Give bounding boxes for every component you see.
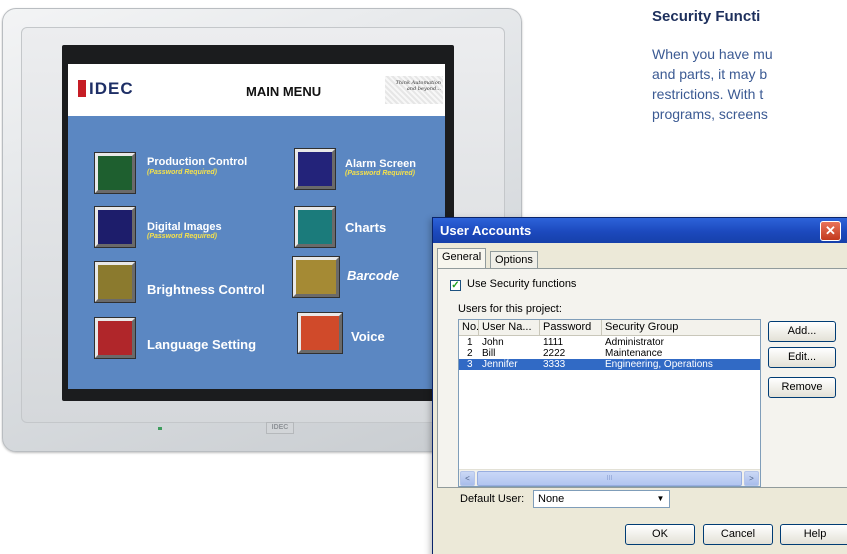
users-label: Users for this project: bbox=[458, 303, 562, 315]
remove-user-button[interactable]: Remove bbox=[768, 377, 836, 398]
charts-button[interactable] bbox=[295, 207, 335, 247]
production-control-button[interactable] bbox=[95, 153, 135, 193]
cell-password: 3333 bbox=[543, 359, 566, 370]
password-required-note: (Password Required) bbox=[147, 169, 218, 176]
cell-user: John bbox=[482, 337, 504, 348]
ok-button[interactable]: OK bbox=[625, 524, 695, 545]
column-header-no[interactable]: No. bbox=[459, 320, 479, 336]
logo-mark-icon bbox=[78, 80, 86, 97]
tab-general[interactable]: General bbox=[437, 248, 487, 268]
charts-label: Charts bbox=[345, 220, 387, 235]
scroll-right-icon[interactable]: > bbox=[744, 471, 759, 486]
column-header-user[interactable]: User Na... bbox=[479, 320, 540, 336]
user-accounts-dialog: User Accounts ✕ General Options ✓ Use Se… bbox=[432, 217, 847, 554]
dialog-title: User Accounts bbox=[440, 223, 532, 238]
article-body: When you have mu and parts, it may b res… bbox=[652, 44, 847, 124]
dialog-titlebar[interactable]: User Accounts ✕ bbox=[433, 218, 847, 243]
cell-password: 2222 bbox=[543, 348, 566, 359]
hmi-screen: IDEC MAIN MENU Think Automation and beyo… bbox=[68, 64, 445, 389]
default-user-value: None bbox=[538, 493, 565, 505]
table-row-selected[interactable]: 3 Jennifer 3333 Engineering, Operations bbox=[459, 359, 760, 370]
default-user-select[interactable]: None ▼ bbox=[533, 490, 670, 508]
help-button[interactable]: Help bbox=[780, 524, 847, 545]
logo-text: IDEC bbox=[89, 79, 134, 98]
cell-password: 1111 bbox=[543, 337, 564, 348]
barcode-button[interactable] bbox=[293, 257, 339, 297]
article-line: When you have mu bbox=[652, 46, 773, 62]
scroll-thumb[interactable]: III bbox=[477, 471, 742, 486]
cell-group: Administrator bbox=[605, 337, 664, 348]
default-user-label: Default User: bbox=[460, 493, 525, 505]
digital-images-label: Digital Images bbox=[147, 221, 222, 233]
use-security-label[interactable]: Use Security functions bbox=[467, 278, 576, 290]
language-setting-button[interactable] bbox=[95, 318, 135, 358]
cell-no: 3 bbox=[467, 359, 473, 370]
voice-label: Voice bbox=[351, 329, 385, 344]
article-line: and parts, it may b bbox=[652, 66, 768, 82]
brightness-control-label: Brightness Control bbox=[147, 282, 265, 297]
article-heading: Security Functi bbox=[652, 8, 761, 25]
column-header-security-group[interactable]: Security Group bbox=[602, 320, 760, 336]
idec-front-badge: IDEC bbox=[266, 422, 294, 434]
idec-logo: IDEC bbox=[78, 79, 134, 99]
table-row[interactable]: 2 Bill 2222 Maintenance bbox=[459, 348, 760, 359]
article-line: programs, screens bbox=[652, 106, 768, 122]
edit-user-button[interactable]: Edit... bbox=[768, 347, 836, 368]
add-user-button[interactable]: Add... bbox=[768, 321, 836, 342]
password-required-note: (Password Required) bbox=[345, 170, 416, 177]
users-list[interactable]: No. User Na... Password Security Group 1… bbox=[458, 319, 761, 487]
tagline-line: and beyond... bbox=[406, 86, 441, 92]
hmi-menu-title: MAIN MENU bbox=[246, 84, 322, 99]
table-row[interactable]: 1 John 1111 Administrator bbox=[459, 337, 760, 348]
close-icon[interactable]: ✕ bbox=[820, 221, 841, 241]
users-list-header: No. User Na... Password Security Group bbox=[459, 320, 760, 336]
alarm-screen-label: Alarm Screen bbox=[345, 158, 416, 170]
password-required-note: (Password Required) bbox=[147, 233, 218, 240]
screenshot-canvas: Security Functi When you have mu and par… bbox=[0, 0, 847, 554]
chevron-down-icon[interactable]: ▼ bbox=[653, 492, 668, 506]
cancel-button[interactable]: Cancel bbox=[703, 524, 773, 545]
article-line: restrictions. With t bbox=[652, 86, 764, 102]
barcode-label: Barcode bbox=[347, 268, 400, 283]
use-security-checkbox[interactable]: ✓ bbox=[450, 280, 461, 291]
hmi-header: IDEC MAIN MENU Think Automation and beyo… bbox=[68, 64, 445, 116]
cell-user: Bill bbox=[482, 348, 496, 359]
brightness-control-button[interactable] bbox=[95, 262, 135, 302]
cell-group: Engineering, Operations bbox=[605, 359, 713, 370]
production-control-label: Production Control bbox=[147, 156, 248, 168]
voice-button[interactable] bbox=[298, 313, 342, 353]
language-setting-label: Language Setting bbox=[147, 337, 257, 352]
horizontal-scrollbar[interactable]: < III > bbox=[459, 469, 760, 486]
cell-user: Jennifer bbox=[482, 359, 518, 370]
cell-group: Maintenance bbox=[605, 348, 663, 359]
scroll-left-icon[interactable]: < bbox=[460, 471, 475, 486]
digital-images-button[interactable] bbox=[95, 207, 135, 247]
cell-no: 2 bbox=[467, 348, 473, 359]
hmi-tagline: Think Automation and beyond... bbox=[385, 76, 443, 104]
cell-no: 1 bbox=[467, 337, 473, 348]
alarm-screen-button[interactable] bbox=[295, 149, 335, 189]
status-led-icon bbox=[158, 427, 162, 430]
tab-options[interactable]: Options bbox=[490, 251, 538, 268]
column-header-password[interactable]: Password bbox=[540, 320, 602, 336]
